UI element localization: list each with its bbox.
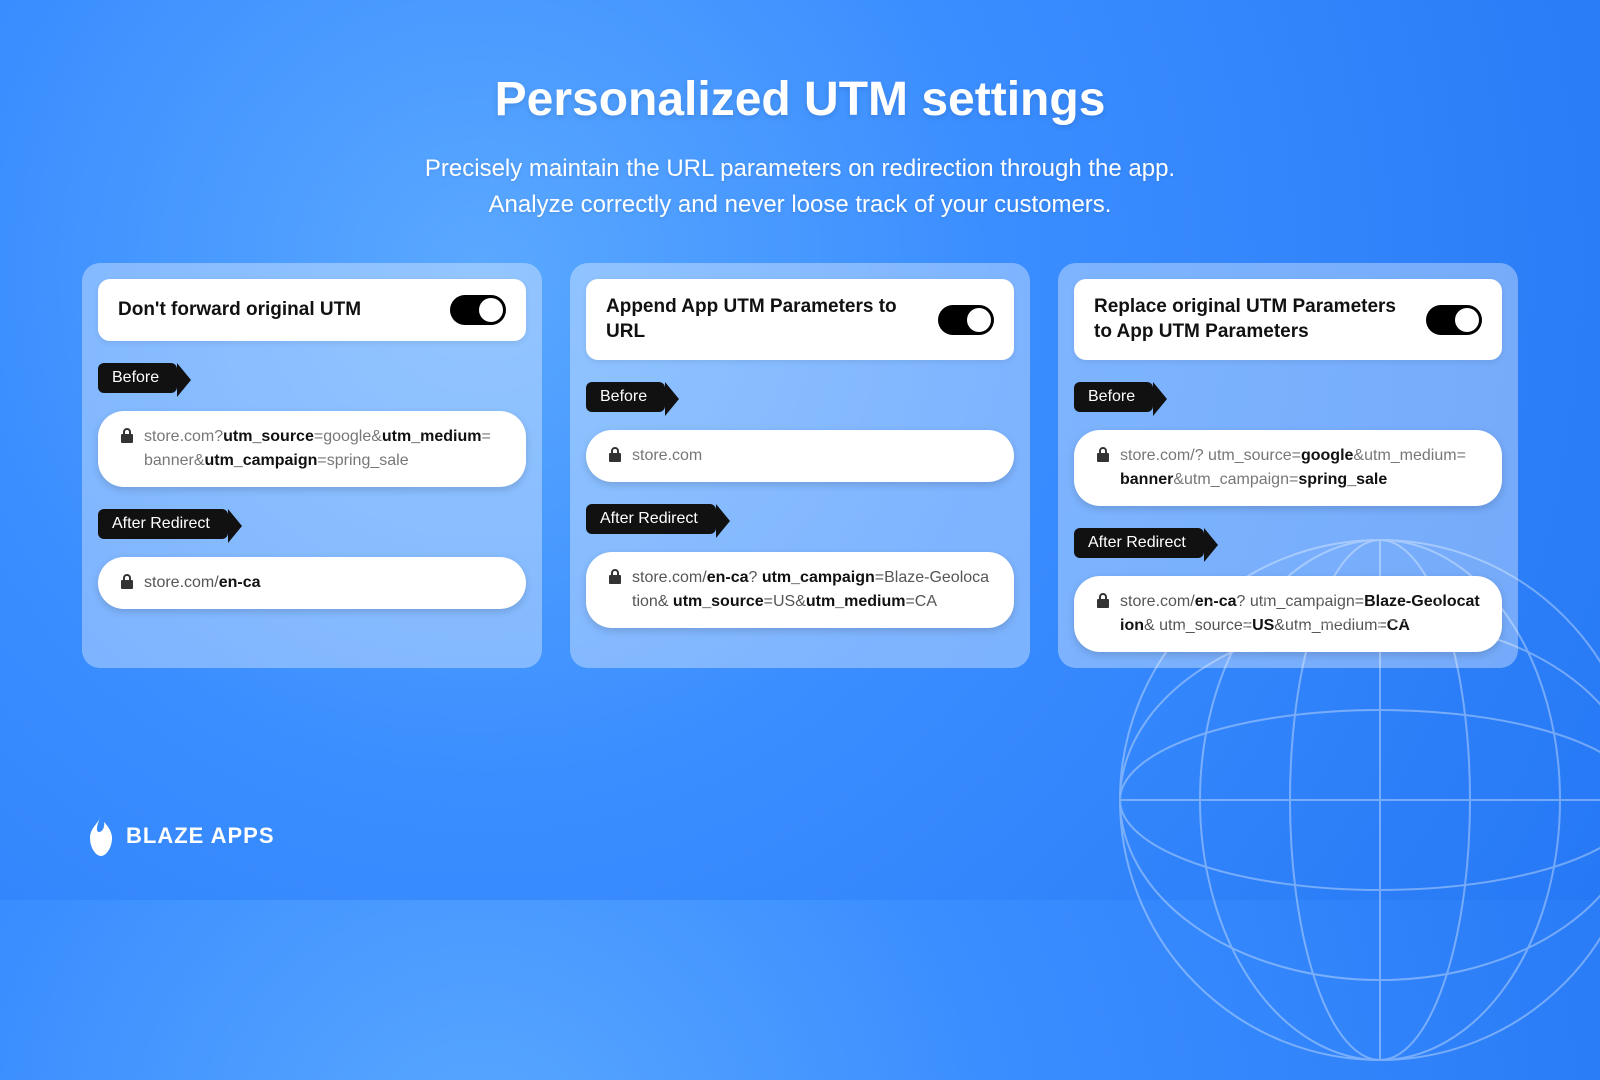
url-text: store.com/en-ca? utm_campaign=Blaze-Geol… [1120, 590, 1480, 638]
settings-card-0: Don't forward original UTM Before store.co… [82, 263, 542, 668]
before-label: Before [586, 382, 665, 412]
card-title: Don't forward original UTM [118, 298, 361, 323]
toggle-switch[interactable] [450, 295, 506, 325]
before-label: Before [98, 363, 177, 393]
card-title: Append App UTM Parameters to URL [606, 295, 924, 344]
url-text: store.com [632, 444, 702, 468]
before-label: Before [1074, 382, 1153, 412]
after-label: After Redirect [586, 504, 716, 534]
logo-text: BLAZE APPS [126, 823, 275, 849]
brand-logo: BLAZE APPS [84, 816, 275, 856]
lock-icon [1096, 446, 1110, 462]
url-box-before: store.com?utm_source=google&utm_medium= … [98, 411, 526, 487]
url-text: store.com/en-ca [144, 571, 260, 595]
lock-icon [120, 427, 134, 443]
card-header: Replace original UTM Parameters to App U… [1074, 279, 1502, 360]
card-header: Append App UTM Parameters to URL [586, 279, 1014, 360]
settings-cards: Don't forward original UTM Before store.co… [0, 263, 1600, 668]
lock-icon [120, 573, 134, 589]
toggle-switch[interactable] [1426, 305, 1482, 335]
url-box-before: store.com/? utm_source=google&utm_medium… [1074, 430, 1502, 506]
page-subtitle: Precisely maintain the URL parameters on… [0, 151, 1600, 223]
url-text: store.com/en-ca? utm_campaign=Blaze-Geol… [632, 566, 992, 614]
card-header: Don't forward original UTM [98, 279, 526, 341]
after-label: After Redirect [1074, 528, 1204, 558]
url-text: store.com/? utm_source=google&utm_medium… [1120, 444, 1480, 492]
card-title: Replace original UTM Parameters to App U… [1094, 295, 1412, 344]
url-box-after: store.com/en-ca [98, 557, 526, 609]
settings-card-1: Append App UTM Parameters to URL Before st… [570, 263, 1030, 668]
url-box-after: store.com/en-ca? utm_campaign=Blaze-Geol… [586, 552, 1014, 628]
url-text: store.com?utm_source=google&utm_medium= … [144, 425, 504, 473]
lock-icon [608, 446, 622, 462]
url-box-after: store.com/en-ca? utm_campaign=Blaze-Geol… [1074, 576, 1502, 652]
flame-icon [84, 816, 118, 856]
toggle-switch[interactable] [938, 305, 994, 335]
page-title: Personalized UTM settings [0, 72, 1600, 127]
lock-icon [608, 568, 622, 584]
lock-icon [1096, 592, 1110, 608]
after-label: After Redirect [98, 509, 228, 539]
settings-card-2: Replace original UTM Parameters to App U… [1058, 263, 1518, 668]
url-box-before: store.com [586, 430, 1014, 482]
page-header: Personalized UTM settings Precisely main… [0, 0, 1600, 223]
